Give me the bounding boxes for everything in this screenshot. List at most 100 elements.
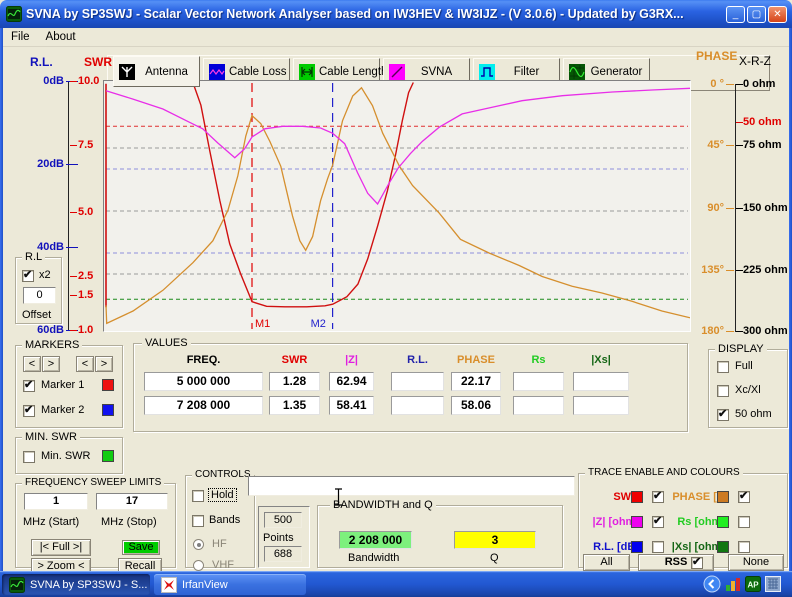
hold-checkbox[interactable]	[192, 490, 204, 502]
command-input[interactable]	[248, 476, 575, 496]
right-axis-deg-label: 180°	[701, 325, 724, 337]
values-group: VALUES FREQ. 5 000 000 7 208 000 SWR 1.28 1.3…	[133, 337, 688, 432]
trace-rss-checkbox[interactable]	[691, 555, 703, 570]
values-cell: 62.94	[329, 372, 374, 391]
tab-antenna[interactable]: Antenna	[113, 56, 200, 87]
rl-offset-input[interactable]: 0	[23, 287, 56, 304]
axis-tick	[726, 84, 734, 85]
trace-checkbox[interactable]	[738, 489, 750, 503]
vhf-radio[interactable]	[193, 560, 204, 571]
taskbar-button-irfanview[interactable]: IrfanView	[154, 574, 306, 595]
left-axis-swr-label: 1.0	[78, 324, 94, 336]
rl-axis-header: R.L.	[30, 55, 53, 69]
marker-2-swatch	[102, 404, 114, 416]
trace-none-button[interactable]: None	[728, 554, 784, 571]
trace-PHASE	[105, 86, 691, 325]
trace-checkbox[interactable]	[738, 541, 750, 553]
trace-checkbox[interactable]	[652, 489, 664, 503]
values-header-swr: SWR	[281, 354, 308, 366]
values-header-xs: |Xs|	[591, 354, 611, 366]
trace-all-button[interactable]: All	[583, 554, 630, 571]
ap-tray-icon[interactable]: AP	[745, 576, 761, 592]
tray-chevron-button[interactable]	[703, 575, 721, 593]
markers-group: MARKERS <><> Marker 1Marker 2	[15, 339, 123, 428]
values-cell: 7 208 000	[144, 396, 263, 415]
maximize-button[interactable]: ▢	[747, 5, 766, 23]
marker-1-label: Marker 1	[41, 379, 85, 391]
values-cell	[391, 396, 444, 415]
trace-|Z|	[105, 87, 691, 206]
svna-icon	[389, 64, 405, 80]
taskbar-button-svna[interactable]: SVNA by SP3SWJ - S...	[2, 574, 150, 595]
display-full-checkbox[interactable]	[717, 361, 729, 373]
left-axis-swr-label: 2.5	[78, 270, 94, 282]
min-swr-group-title: MIN. SWR	[22, 431, 80, 443]
rl-offset-button[interactable]: Offset	[22, 309, 51, 321]
marker-spinner-next[interactable]: >	[95, 356, 113, 372]
chart-plot-area[interactable]: M1 M2	[103, 80, 691, 332]
axis-tick	[70, 330, 77, 331]
bandwidth-label: Bandwidth	[348, 552, 400, 564]
marker-spinner-next[interactable]: >	[42, 356, 60, 372]
points-value2: 688	[264, 546, 302, 562]
right-axis-ohm-label: 225 ohm	[743, 264, 788, 276]
tab-label: Antenna	[145, 65, 188, 78]
axis-tick	[66, 164, 78, 165]
trace-checkbox[interactable]	[652, 541, 664, 553]
sweep-group: FREQUENCY SWEEP LIMITS 1 17 MHz (Start) …	[15, 477, 176, 574]
close-button[interactable]: ✕	[768, 5, 787, 23]
window-border-left	[0, 28, 3, 571]
points-panel: 500 Points 688	[258, 506, 310, 568]
rl-x2-checkbox[interactable]	[22, 268, 34, 282]
menu-item-file[interactable]: File	[3, 29, 38, 45]
axis-tick	[736, 270, 743, 271]
marker-label-M2: M2	[311, 318, 326, 330]
trace-SWR	[192, 82, 414, 308]
trace-rss-button[interactable]: RSS	[638, 554, 714, 571]
left-axis-swr-label: 5.0	[78, 206, 94, 218]
levels-tray-icon[interactable]	[725, 576, 741, 592]
save-button[interactable]: Save	[122, 540, 160, 555]
trace-checkbox[interactable]	[738, 516, 750, 528]
sweep-stop-input[interactable]: 17	[96, 493, 168, 510]
irfan-icon	[161, 576, 177, 593]
hf-radio[interactable]	[193, 539, 204, 550]
values-cell: 1.28	[269, 372, 320, 391]
values-cell: 1.35	[269, 396, 320, 415]
right-axis-ohm-label: 0 ohm	[743, 78, 776, 90]
rl-offset-group: R.L x2 0 Offset	[15, 251, 62, 324]
sweep-start-input[interactable]: 1	[24, 493, 88, 510]
values-header-z: |Z|	[345, 354, 358, 366]
trace-swatch	[717, 516, 729, 528]
minimize-button[interactable]: _	[726, 5, 745, 23]
marker-2-label: Marker 2	[41, 404, 85, 416]
values-cell: 5 000 000	[144, 372, 263, 391]
display-xcxl-checkbox[interactable]	[717, 385, 729, 397]
right-axis-deg-label: 90°	[707, 202, 724, 214]
min-swr-checkbox[interactable]	[23, 451, 35, 463]
trace-checkbox[interactable]	[652, 514, 664, 528]
marker-1-checkbox[interactable]	[23, 378, 35, 392]
marker-spinner-prev[interactable]: <	[76, 356, 94, 372]
q-value: 3	[454, 531, 536, 549]
sweep-start-label: MHz (Start)	[23, 516, 80, 528]
values-cell: 22.17	[451, 372, 501, 391]
network-tray-icon[interactable]	[765, 576, 781, 592]
marker-spinner-prev[interactable]: <	[23, 356, 41, 372]
tab-label: SVNA	[420, 66, 453, 78]
bands-checkbox[interactable]	[192, 515, 204, 527]
values-cell	[573, 372, 629, 391]
left-axis-db-label: 0dB	[43, 75, 64, 87]
full-sweep-button[interactable]: |< Full >|	[31, 539, 91, 556]
marker-2-checkbox[interactable]	[23, 403, 35, 417]
window-title: SVNA by SP3SWJ - Scalar Vector Network A…	[26, 7, 684, 21]
axis-tick	[70, 276, 77, 277]
axis-tick	[736, 208, 743, 209]
xrz-axis-header: X-R-Z	[739, 54, 771, 68]
min-swr-label: Min. SWR	[41, 450, 91, 462]
app-icon	[9, 576, 25, 593]
menu-item-about[interactable]: About	[38, 29, 84, 45]
left-axis-swr-label: 1.5	[78, 289, 94, 301]
display-50ohm-checkbox[interactable]	[717, 407, 729, 421]
filter-icon	[479, 64, 495, 80]
